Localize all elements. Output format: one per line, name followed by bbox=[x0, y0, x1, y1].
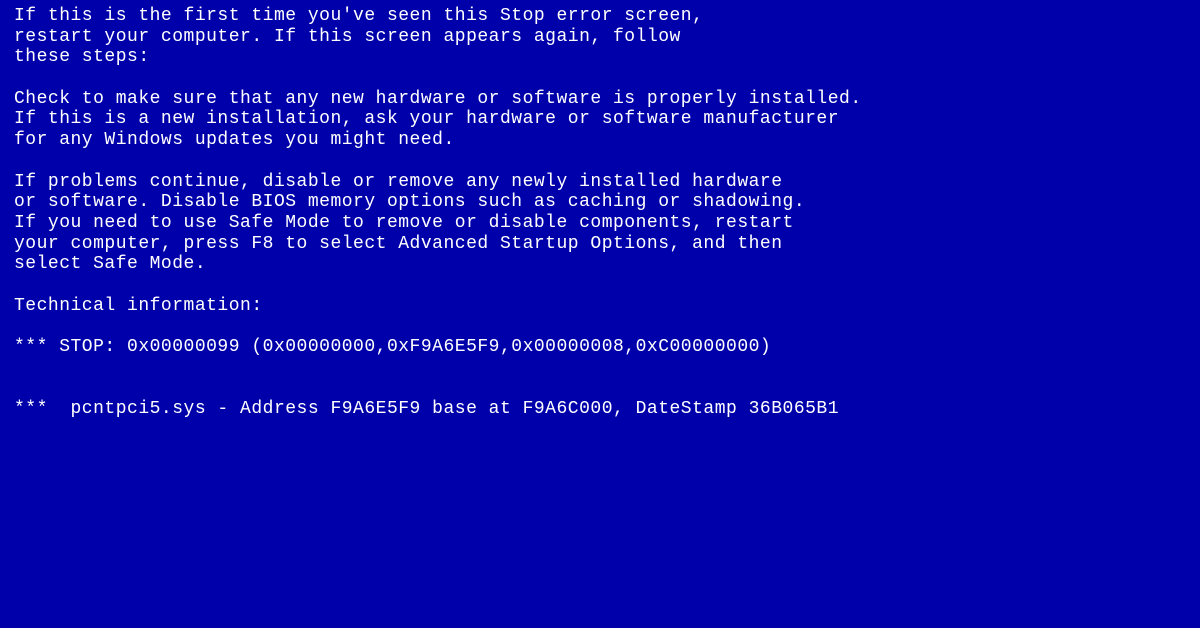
bsod-para1-line1: If this is the first time you've seen th… bbox=[14, 6, 1186, 27]
bsod-para3-line1: If problems continue, disable or remove … bbox=[14, 172, 1186, 193]
bsod-para3-line3: If you need to use Safe Mode to remove o… bbox=[14, 213, 1186, 234]
bsod-para2-line1: Check to make sure that any new hardware… bbox=[14, 89, 1186, 110]
blank-spacer bbox=[14, 151, 1186, 172]
bsod-tech-header: Technical information: bbox=[14, 296, 1186, 317]
bsod-para2-line3: for any Windows updates you might need. bbox=[14, 130, 1186, 151]
bsod-para3-line2: or software. Disable BIOS memory options… bbox=[14, 192, 1186, 213]
blank-spacer bbox=[14, 316, 1186, 337]
bsod-para2-line2: If this is a new installation, ask your … bbox=[14, 109, 1186, 130]
bsod-para1-line2: restart your computer. If this screen ap… bbox=[14, 27, 1186, 48]
blank-spacer bbox=[14, 275, 1186, 296]
bsod-para3-line4: your computer, press F8 to select Advanc… bbox=[14, 234, 1186, 255]
bsod-stop-code: *** STOP: 0x00000099 (0x00000000,0xF9A6E… bbox=[14, 337, 1186, 358]
blank-spacer bbox=[14, 378, 1186, 399]
bsod-driver-info: *** pcntpci5.sys - Address F9A6E5F9 base… bbox=[14, 399, 1186, 420]
bsod-para3-line5: select Safe Mode. bbox=[14, 254, 1186, 275]
blank-spacer bbox=[14, 68, 1186, 89]
blank-spacer bbox=[14, 358, 1186, 379]
bsod-para1-line3: these steps: bbox=[14, 47, 1186, 68]
